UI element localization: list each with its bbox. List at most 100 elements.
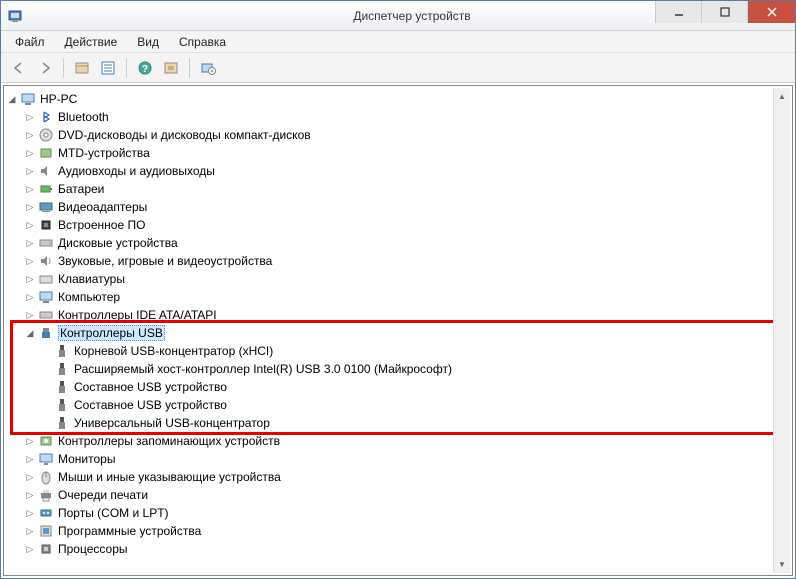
expander-closed-icon[interactable]: ▷	[24, 111, 36, 123]
cpu-icon	[38, 541, 54, 557]
expander-closed-icon[interactable]: ▷	[24, 435, 36, 447]
tree-item-battery[interactable]: ▷ Батареи	[4, 180, 792, 198]
scan-button[interactable]	[159, 56, 183, 80]
expander-closed-icon[interactable]: ▷	[24, 273, 36, 285]
tree-item-usb-universal[interactable]: Универсальный USB-концентратор	[4, 414, 792, 432]
tree-label: HP-PC	[40, 92, 77, 106]
expander-closed-icon[interactable]: ▷	[24, 543, 36, 555]
tree-item-usb-hostctrl[interactable]: Расширяемый хост-контроллер Intel(R) USB…	[4, 360, 792, 378]
scroll-down-icon[interactable]: ▼	[774, 556, 790, 573]
tree-item-sound[interactable]: ▷ Звуковые, игровые и видеоустройства	[4, 252, 792, 270]
tree-item-processors[interactable]: ▷ Процессоры	[4, 540, 792, 558]
mouse-icon	[38, 469, 54, 485]
tree-label: Компьютер	[58, 290, 120, 304]
scrollbar[interactable]: ▲ ▼	[773, 88, 790, 573]
tree-item-usb[interactable]: ◢Контроллеры USB	[4, 324, 792, 342]
app-icon	[7, 8, 23, 24]
tree-label: Мониторы	[58, 452, 115, 466]
menu-action[interactable]: Действие	[55, 33, 128, 51]
menu-view[interactable]: Вид	[127, 33, 169, 51]
usb-device-icon	[54, 415, 70, 431]
sound-icon	[38, 253, 54, 269]
tree-item-software-dev[interactable]: ▷ Программные устройства	[4, 522, 792, 540]
scroll-up-icon[interactable]: ▲	[774, 88, 790, 105]
tree-item-computer[interactable]: ▷ Компьютер	[4, 288, 792, 306]
tree-item-bluetooth[interactable]: ▷ Bluetooth	[4, 108, 792, 126]
tree-item-dvd[interactable]: ▷ DVD-дисководы и дисководы компакт-диско…	[4, 126, 792, 144]
tree-item-usb-composite2[interactable]: Составное USB устройство	[4, 396, 792, 414]
menu-help[interactable]: Справка	[169, 33, 236, 51]
tree-item-storage-ctrl[interactable]: ▷Контроллеры запоминающих устройств	[4, 432, 792, 450]
expander-open-icon[interactable]: ◢	[24, 327, 36, 339]
tree-label: Составное USB устройство	[74, 398, 227, 412]
tree-item-keyboard[interactable]: ▷Клавиатуры	[4, 270, 792, 288]
properties-button[interactable]	[96, 56, 120, 80]
minimize-button[interactable]	[655, 1, 701, 23]
tree-item-disk[interactable]: ▷ Дисковые устройства	[4, 234, 792, 252]
toolbar-separator	[126, 58, 127, 78]
tree-label: Составное USB устройство	[74, 380, 227, 394]
dvd-icon	[38, 127, 54, 143]
usb-device-icon	[54, 379, 70, 395]
expander-closed-icon[interactable]: ▷	[24, 291, 36, 303]
tree-item-mouse[interactable]: ▷Мыши и иные указывающие устройства	[4, 468, 792, 486]
tree-label: Встроенное ПО	[58, 218, 145, 232]
disk-icon	[38, 235, 54, 251]
tree-item-firmware[interactable]: ▷ Встроенное ПО	[4, 216, 792, 234]
expander-open-icon[interactable]: ◢	[6, 93, 18, 105]
tree-item-monitors[interactable]: ▷ Мониторы	[4, 450, 792, 468]
expander-closed-icon[interactable]: ▷	[24, 453, 36, 465]
usb-device-icon	[54, 361, 70, 377]
tree-label: Аудиовходы и аудиовыходы	[58, 164, 215, 178]
tree-item-ide[interactable]: ▷Контроллеры IDE ATA/ATAPI	[4, 306, 792, 324]
tree-item-printqueue[interactable]: ▷Очереди печати	[4, 486, 792, 504]
tree-item-mtd[interactable]: ▷ MTD-устройства	[4, 144, 792, 162]
tree-item-usb-roothub[interactable]: Корневой USB-концентратор (xHCI)	[4, 342, 792, 360]
expander-closed-icon[interactable]: ▷	[24, 255, 36, 267]
back-button[interactable]	[7, 56, 31, 80]
tree-item-audio[interactable]: ▷ Аудиовходы и аудиовыходы	[4, 162, 792, 180]
expander-closed-icon[interactable]: ▷	[24, 183, 36, 195]
tree-label: Дисковые устройства	[58, 236, 178, 250]
expander-closed-icon[interactable]: ▷	[24, 237, 36, 249]
menu-file[interactable]: Файл	[5, 33, 55, 51]
display-adapter-icon	[38, 199, 54, 215]
tree-label: DVD-дисководы и дисководы компакт-дисков	[58, 128, 311, 142]
menubar: Файл Действие Вид Справка	[1, 31, 795, 53]
device-tree[interactable]: ◢ HP-PC ▷ Bluetooth ▷ DVD-дисководы и диск…	[3, 85, 793, 576]
tree-root[interactable]: ◢ HP-PC	[4, 90, 792, 108]
battery-icon	[38, 181, 54, 197]
tree-item-usb-composite1[interactable]: Составное USB устройство	[4, 378, 792, 396]
audio-io-icon	[38, 163, 54, 179]
forward-button[interactable]	[33, 56, 57, 80]
expander-closed-icon[interactable]: ▷	[24, 489, 36, 501]
show-hidden-button[interactable]	[70, 56, 94, 80]
expander-closed-icon[interactable]: ▷	[24, 165, 36, 177]
maximize-button[interactable]	[701, 1, 747, 23]
toolbar-separator	[189, 58, 190, 78]
tree-label: Bluetooth	[58, 110, 109, 124]
expander-closed-icon[interactable]: ▷	[24, 309, 36, 321]
tree-label: Процессоры	[58, 542, 128, 556]
tree-label: Программные устройства	[58, 524, 201, 538]
tree-label: Батареи	[58, 182, 104, 196]
computer-icon	[38, 289, 54, 305]
expander-closed-icon[interactable]: ▷	[24, 147, 36, 159]
expander-closed-icon[interactable]: ▷	[24, 471, 36, 483]
port-icon	[38, 505, 54, 521]
help-button[interactable]: ?	[133, 56, 157, 80]
expander-closed-icon[interactable]: ▷	[24, 507, 36, 519]
tree-label: Видеоадаптеры	[58, 200, 147, 214]
tree-label: MTD-устройства	[58, 146, 150, 160]
expander-closed-icon[interactable]: ▷	[24, 219, 36, 231]
update-driver-button[interactable]	[196, 56, 220, 80]
tree-item-ports[interactable]: ▷Порты (COM и LPT)	[4, 504, 792, 522]
expander-closed-icon[interactable]: ▷	[24, 201, 36, 213]
close-button[interactable]	[747, 1, 795, 23]
tree-item-video[interactable]: ▷ Видеоадаптеры	[4, 198, 792, 216]
expander-closed-icon[interactable]: ▷	[24, 525, 36, 537]
expander-closed-icon[interactable]: ▷	[24, 129, 36, 141]
tree-label: Звуковые, игровые и видеоустройства	[58, 254, 272, 268]
usb-device-icon	[54, 343, 70, 359]
keyboard-icon	[38, 271, 54, 287]
